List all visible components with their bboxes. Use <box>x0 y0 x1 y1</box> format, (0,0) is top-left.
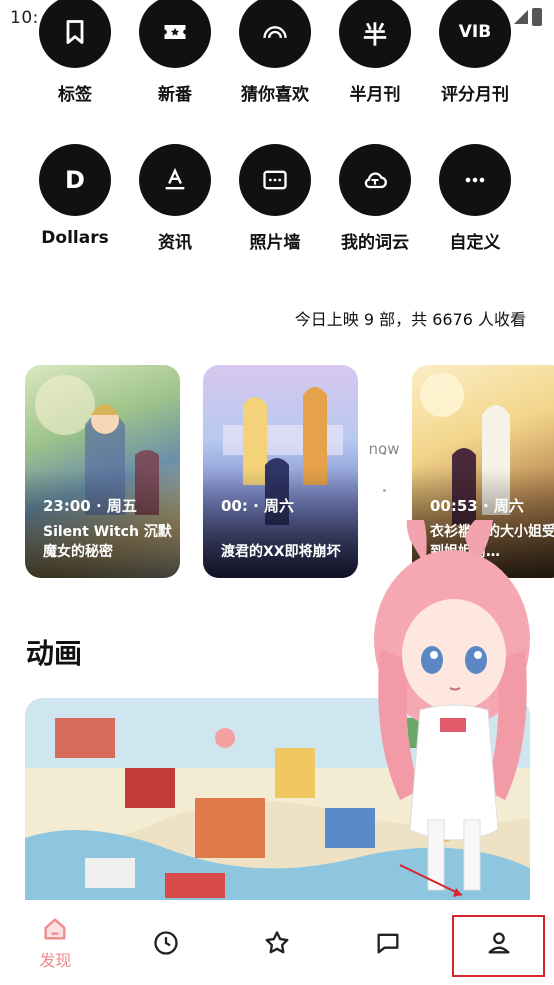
nav-favorites[interactable] <box>222 900 333 985</box>
shortcut-label: Dollars <box>41 228 109 248</box>
shortcut-label: 自定义 <box>449 233 501 253</box>
shortcut-word-cloud[interactable]: 我的词云 <box>325 144 425 253</box>
news-icon[interactable] <box>139 144 211 216</box>
photo-wall-icon[interactable] <box>239 144 311 216</box>
shortcut-label: 半月刊 <box>349 85 401 105</box>
shortcut-tags[interactable]: 标签 <box>25 0 125 105</box>
nav-timeline[interactable] <box>111 900 222 985</box>
card-title: 渡君的XX即将崩坏 <box>221 544 341 560</box>
shortcut-new-anime[interactable]: 新番 <box>125 0 225 105</box>
now-dot-bottom <box>383 489 386 492</box>
shortcut-photo-wall[interactable]: 照片墙 <box>225 144 325 253</box>
shortcut-label: 照片墙 <box>249 233 301 253</box>
profile-highlight-box <box>452 915 545 977</box>
shortcut-recommend[interactable]: 猜你喜欢 <box>225 0 325 105</box>
shortcut-news[interactable]: 资讯 <box>125 144 225 253</box>
shortcut-label: 我的词云 <box>341 233 409 253</box>
shortcut-label: 评分月刊 <box>441 85 509 105</box>
now-label: now <box>368 440 400 458</box>
more-icon[interactable] <box>439 144 511 216</box>
dollars-icon[interactable]: D <box>39 144 111 216</box>
anime-card[interactable]: 00: · 周六 渡君的XX即将崩坏 <box>203 365 358 578</box>
nav-discover-label: 发现 <box>39 950 72 970</box>
vib-icon[interactable]: VIB <box>439 0 511 68</box>
anime-card[interactable]: 23:00 · 周五 Silent Witch 沉默魔女的秘密 <box>25 365 180 578</box>
shortcut-label: 新番 <box>158 85 192 105</box>
shortcut-label: 标签 <box>58 85 92 105</box>
card-time: 00:53 · 周六 <box>430 497 524 515</box>
word-cloud-icon[interactable] <box>339 144 411 216</box>
today-summary: 今日上映 9 部，共 6676 人收看 <box>294 310 526 329</box>
ticket-star-icon[interactable] <box>139 0 211 68</box>
shortcut-custom[interactable]: 自定义 <box>425 144 525 253</box>
clock-icon <box>154 930 178 955</box>
shortcut-row-1: 标签 新番 猜你喜欢 半 半月刊 VIB 评分月刊 <box>0 0 554 105</box>
half-icon[interactable]: 半 <box>339 0 411 68</box>
mascot-character-image <box>374 520 530 897</box>
shortcut-rating-month[interactable]: VIB 评分月刊 <box>425 0 525 105</box>
chat-icon <box>377 933 399 953</box>
card-time: 00: · 周六 <box>221 497 295 515</box>
card-time: 23:00 · 周五 <box>43 497 137 515</box>
section-title: 动画 <box>26 637 83 670</box>
card-title: Silent Witch 沉默魔女的秘密 <box>43 524 172 560</box>
shortcut-half-month[interactable]: 半 半月刊 <box>325 0 425 105</box>
shortcut-row-2: D Dollars 资讯 照片墙 我的词云 自定义 <box>0 144 554 253</box>
home-icon <box>44 918 66 939</box>
shortcut-label: 猜你喜欢 <box>241 85 309 105</box>
dollars-glyph: D <box>65 166 85 194</box>
shortcut-label: 资讯 <box>158 233 192 253</box>
nav-discover[interactable]: 发现 <box>0 900 111 985</box>
nav-messages[interactable] <box>332 900 443 985</box>
rainbow-icon[interactable] <box>239 0 311 68</box>
star-icon <box>265 930 289 953</box>
vib-glyph: VIB <box>458 22 492 42</box>
bookmark-icon[interactable] <box>39 0 111 68</box>
shortcut-dollars[interactable]: D Dollars <box>25 144 125 253</box>
half-glyph: 半 <box>363 20 387 49</box>
